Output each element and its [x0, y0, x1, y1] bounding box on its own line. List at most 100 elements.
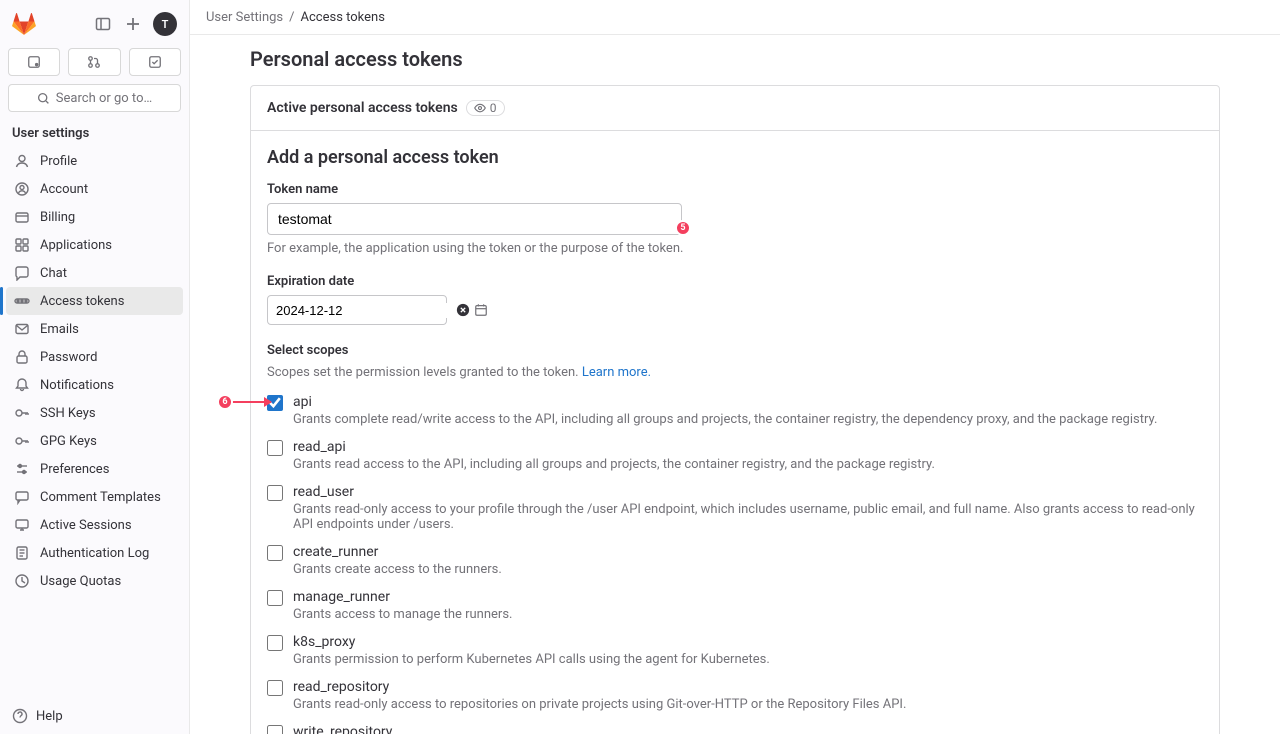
sidebar-item-label: Account	[40, 182, 88, 197]
email-icon	[14, 321, 30, 337]
notifications-icon	[14, 377, 30, 393]
sidebar-item-label: Authentication Log	[40, 546, 149, 561]
sidebar-item-label: Chat	[40, 266, 67, 281]
expiration-input-wrap[interactable]	[267, 295, 447, 325]
sidebar-item-profile[interactable]: Profile	[6, 147, 183, 175]
learn-more-link[interactable]: Learn more.	[582, 365, 651, 380]
plus-icon[interactable]	[123, 14, 143, 34]
form-title: Add a personal access token	[267, 147, 1203, 168]
sidebar-item-label: Password	[40, 350, 97, 365]
sidebar-item-notifications[interactable]: Notifications	[6, 371, 183, 399]
breadcrumb: User Settings / Access tokens	[190, 0, 1280, 35]
todos-button[interactable]	[129, 48, 181, 76]
scope-write_repository: write_repositoryGrants read-write access…	[267, 724, 1203, 734]
issues-button[interactable]	[8, 48, 60, 76]
scope-name: api	[293, 394, 1157, 410]
sidebar-item-active-sessions[interactable]: Active Sessions	[6, 511, 183, 539]
eye-icon	[474, 102, 486, 114]
help-button[interactable]: Help	[0, 698, 189, 734]
gitlab-logo[interactable]	[12, 12, 36, 36]
scope-desc: Grants read access to the API, including…	[293, 457, 935, 472]
scope-desc: Grants access to manage the runners.	[293, 607, 512, 622]
scope-manage_runner: manage_runnerGrants access to manage the…	[267, 589, 1203, 622]
profile-icon	[14, 153, 30, 169]
sidebar-item-applications[interactable]: Applications	[6, 231, 183, 259]
gpg-icon	[14, 433, 30, 449]
scope-name: read_user	[293, 484, 1203, 500]
chat-icon	[14, 265, 30, 281]
sidebar-item-authentication-log[interactable]: Authentication Log	[6, 539, 183, 567]
help-icon	[12, 708, 28, 724]
scope-desc: Grants permission to perform Kubernetes …	[293, 652, 770, 667]
sidebar-item-label: SSH Keys	[40, 406, 96, 421]
scope-checkbox-write_repository[interactable]	[267, 725, 283, 734]
ssh-icon	[14, 405, 30, 421]
sidebar: T Search or go to… User settings Profile…	[0, 0, 190, 734]
scope-read_repository: read_repositoryGrants read-only access t…	[267, 679, 1203, 712]
sidebar-item-usage-quotas[interactable]: Usage Quotas	[6, 567, 183, 595]
preferences-icon	[14, 461, 30, 477]
scope-name: create_runner	[293, 544, 502, 560]
comment-icon	[14, 489, 30, 505]
sidebar-item-label: Emails	[40, 322, 79, 337]
scope-checkbox-k8s_proxy[interactable]	[267, 635, 283, 651]
sidebar-item-emails[interactable]: Emails	[6, 315, 183, 343]
page-title: Personal access tokens	[250, 47, 1220, 71]
scope-read_user: read_user Grants read-only access to your…	[267, 484, 1203, 532]
sidebar-item-label: Usage Quotas	[40, 574, 121, 589]
breadcrumb-parent[interactable]: User Settings	[206, 10, 283, 25]
sidebar-item-label: GPG Keys	[40, 434, 97, 449]
sidebar-item-billing[interactable]: Billing	[6, 203, 183, 231]
token-name-help: For example, the application using the t…	[267, 241, 1203, 256]
token-name-input[interactable]	[267, 203, 682, 235]
billing-icon	[14, 209, 30, 225]
scope-desc: Grants read-only access to your profile …	[293, 502, 1203, 532]
search-input[interactable]: Search or go to…	[8, 84, 181, 112]
scope-checkbox-read_user[interactable]	[267, 485, 283, 501]
scope-name: read_api	[293, 439, 935, 455]
account-icon	[14, 181, 30, 197]
annotation-6: 6	[217, 394, 233, 410]
scope-name: write_repository	[293, 724, 866, 734]
scope-checkbox-read_api[interactable]	[267, 440, 283, 456]
sidebar-item-account[interactable]: Account	[6, 175, 183, 203]
scopes-label: Select scopes	[267, 343, 1203, 358]
quota-icon	[14, 573, 30, 589]
sidebar-item-preferences[interactable]: Preferences	[6, 455, 183, 483]
sidebar-item-label: Profile	[40, 154, 77, 169]
sidebar-item-label: Access tokens	[40, 294, 124, 309]
merge-requests-button[interactable]	[68, 48, 120, 76]
scope-create_runner: create_runner Grants create access to the…	[267, 544, 1203, 577]
sidebar-item-gpg-keys[interactable]: GPG Keys	[6, 427, 183, 455]
sidebar-item-label: Comment Templates	[40, 490, 161, 505]
sessions-icon	[14, 517, 30, 533]
sidebar-item-comment-templates[interactable]: Comment Templates	[6, 483, 183, 511]
sidebar-item-label: Notifications	[40, 378, 114, 393]
applications-icon	[14, 237, 30, 253]
sidebar-item-chat[interactable]: Chat	[6, 259, 183, 287]
calendar-icon[interactable]	[474, 302, 488, 318]
scope-checkbox-read_repository[interactable]	[267, 680, 283, 696]
sidebar-item-label: Billing	[40, 210, 75, 225]
sidebar-item-label: Preferences	[40, 462, 109, 477]
scope-desc: Grants complete read/write access to the…	[293, 412, 1157, 427]
scope-name: k8s_proxy	[293, 634, 770, 650]
expiration-label: Expiration date	[267, 274, 1203, 289]
active-tokens-header: Active personal access tokens	[267, 100, 458, 116]
search-placeholder: Search or go to…	[56, 91, 152, 106]
sidebar-item-access-tokens[interactable]: Access tokens	[6, 287, 183, 315]
clear-date-icon[interactable]	[456, 302, 470, 318]
scope-desc: Grants create access to the runners.	[293, 562, 502, 577]
token-name-label: Token name	[267, 182, 1203, 197]
expiration-input[interactable]	[276, 303, 452, 318]
sidebar-item-password[interactable]: Password	[6, 343, 183, 371]
log-icon	[14, 545, 30, 561]
avatar[interactable]: T	[153, 12, 177, 36]
sidebar-item-ssh-keys[interactable]: SSH Keys	[6, 399, 183, 427]
help-label: Help	[36, 709, 63, 724]
scope-checkbox-manage_runner[interactable]	[267, 590, 283, 606]
scope-checkbox-create_runner[interactable]	[267, 545, 283, 561]
breadcrumb-current: Access tokens	[301, 10, 385, 25]
collapse-sidebar-icon[interactable]	[93, 14, 113, 34]
password-icon	[14, 349, 30, 365]
